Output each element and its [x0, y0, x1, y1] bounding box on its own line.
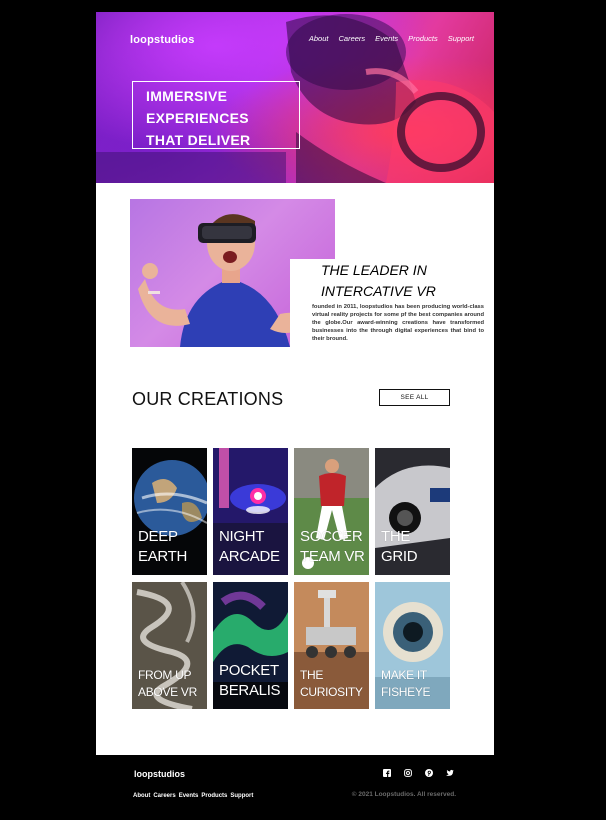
creation-card-the-grid[interactable]: THE GRID [375, 448, 450, 575]
creation-card-from-up-above-vr[interactable]: FROM UP ABOVE VR [132, 582, 207, 709]
card-label-line: FISHEYE [381, 685, 431, 699]
card-label-line: POCKET [219, 662, 279, 679]
card-label: DEEP EARTH [138, 527, 187, 567]
main-nav: About Careers Events Products Support [309, 34, 474, 43]
card-label: MAKE IT FISHEYE [381, 667, 431, 701]
facebook-icon[interactable] [383, 769, 391, 777]
creation-card-pocket-beralis[interactable]: POCKET BERALIS [213, 582, 288, 709]
nav-link-careers[interactable]: Careers [338, 34, 365, 43]
hero-headline-line: IMMERSIVE [146, 88, 228, 104]
creation-card-the-curiosity[interactable]: THE CURIOSITY [294, 582, 369, 709]
nav-link-events[interactable]: Events [375, 34, 398, 43]
card-label-line: CURIOSITY [300, 685, 363, 699]
card-label-line: DEEP [138, 528, 178, 545]
pinterest-icon[interactable] [425, 769, 433, 777]
creations-title: OUR CREATIONS [132, 389, 284, 409]
card-label-line: THE [381, 528, 411, 545]
footer-link-careers[interactable]: Careers [153, 793, 175, 799]
footer: loopstudios About Careers Events Product… [96, 755, 494, 816]
hero-banner: loopstudios About Careers Events Product… [96, 12, 494, 183]
creation-card-deep-earth[interactable]: DEEP EARTH [132, 448, 207, 575]
footer-link-support[interactable]: Support [230, 793, 253, 799]
footer-logo[interactable]: loopstudios [134, 769, 185, 779]
logo[interactable]: loopstudios [130, 34, 195, 46]
footer-nav: About Careers Events Products Support [133, 793, 253, 799]
twitter-icon[interactable] [446, 769, 454, 777]
card-label-line: ABOVE VR [138, 685, 197, 699]
leader-title-line: INTERCATIVE VR [321, 283, 436, 299]
copyright-text: © 2021 Loopstudios. All reserved. [351, 791, 456, 798]
card-label: POCKET BERALIS [219, 661, 281, 701]
hero-headline-line: THAT DELIVER [146, 132, 251, 148]
card-label: THE GRID [381, 527, 418, 567]
leader-title-line: THE LEADER IN [321, 262, 427, 278]
nav-link-support[interactable]: Support [448, 34, 474, 43]
card-label-line: EARTH [138, 548, 188, 565]
instagram-icon[interactable] [404, 769, 412, 777]
nav-link-about[interactable]: About [309, 34, 329, 43]
card-label-line: MAKE IT [381, 668, 427, 682]
footer-link-events[interactable]: Events [179, 793, 199, 799]
card-label-line: FROM UP [138, 668, 192, 682]
card-label-line: NIGHT [219, 528, 265, 545]
creation-card-make-it-fisheye[interactable]: MAKE IT FISHEYE [375, 582, 450, 709]
card-label-line: THE [300, 668, 324, 682]
footer-link-products[interactable]: Products [201, 793, 227, 799]
card-label-line: TEAM VR [300, 548, 365, 565]
card-label-line: ARCADE [219, 548, 280, 565]
hero-headline-box: IMMERSIVE EXPERIENCES THAT DELIVER [132, 81, 300, 149]
card-label: SOCCER TEAM VR [300, 527, 365, 567]
card-label: THE CURIOSITY [300, 667, 363, 701]
creation-card-night-arcade[interactable]: NIGHT ARCADE [213, 448, 288, 575]
card-label-line: SOCCER [300, 528, 363, 545]
card-label: NIGHT ARCADE [219, 527, 280, 567]
footer-link-about[interactable]: About [133, 793, 150, 799]
landing-page: loopstudios About Careers Events Product… [96, 12, 494, 816]
card-label-line: GRID [381, 548, 418, 565]
hero-headline-line: EXPERIENCES [146, 110, 249, 126]
card-label-line: BERALIS [219, 682, 281, 699]
card-label: FROM UP ABOVE VR [138, 667, 197, 701]
social-links [383, 769, 454, 777]
leader-description: founded in 2011, loopstudios has been pr… [312, 304, 484, 342]
nav-link-products[interactable]: Products [408, 34, 438, 43]
creation-card-soccer-team-vr[interactable]: SOCCER TEAM VR [294, 448, 369, 575]
see-all-button[interactable]: SEE ALL [379, 389, 450, 406]
leader-title: THE LEADER IN INTERCATIVE VR [321, 260, 491, 302]
